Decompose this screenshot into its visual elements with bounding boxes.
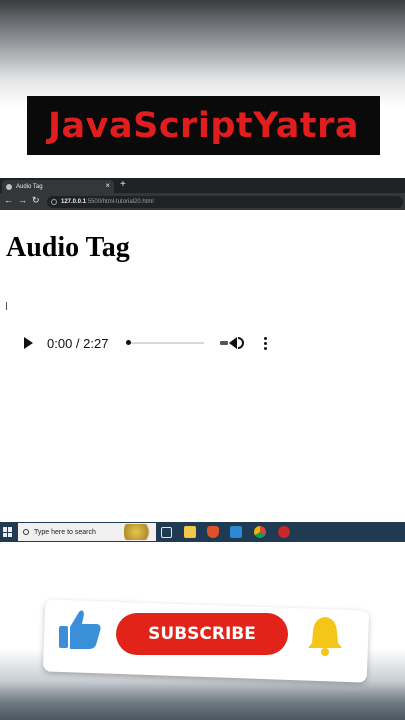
windows-start-icon[interactable] <box>3 527 13 537</box>
address-bar[interactable]: 127.0.0.1 :5500/html-tutorial20.html <box>47 196 403 208</box>
tab-title: Audio Tag <box>16 183 43 190</box>
forward-arrow-icon[interactable]: → <box>18 195 27 205</box>
browser-toolbar: ← → ↻ 127.0.0.1 :5500/html-tutorial20.ht… <box>0 193 405 210</box>
brand-title: JavaScriptYatra <box>48 105 359 146</box>
audio-time: 0:00 / 2:27 <box>47 335 109 351</box>
text-cursor <box>6 302 7 310</box>
taskbar-search-box[interactable]: Type here to search <box>18 523 156 541</box>
tab-bar: Audio Tag × + <box>0 178 405 193</box>
thumbs-up-icon[interactable] <box>57 606 103 652</box>
close-tab-icon[interactable]: × <box>105 181 110 190</box>
windows-taskbar: Type here to search <box>0 522 405 542</box>
search-highlight-icon <box>124 524 154 540</box>
search-icon <box>23 529 29 535</box>
info-icon[interactable] <box>51 199 57 205</box>
back-arrow-icon[interactable]: ← <box>4 195 13 205</box>
url-host: 127.0.0.1 <box>61 199 87 205</box>
brand-banner: JavaScriptYatra <box>27 96 380 155</box>
vscode-icon[interactable] <box>230 526 242 538</box>
seek-slider[interactable] <box>126 340 205 345</box>
app-icon[interactable] <box>278 526 290 538</box>
brave-browser-icon[interactable] <box>207 526 219 538</box>
url-path: :5500/html-tutorial20.html <box>86 199 154 205</box>
chrome-icon[interactable] <box>254 526 266 538</box>
browser-window: Audio Tag × + ← → ↻ 127.0.0.1 :5500/html… <box>0 178 405 523</box>
seek-thumb[interactable] <box>126 340 132 345</box>
reload-icon[interactable]: ↻ <box>32 195 40 206</box>
audio-player[interactable]: 0:00 / 2:27 <box>8 328 278 358</box>
page-heading: Audio Tag <box>6 232 130 263</box>
tab-audio-tag[interactable]: Audio Tag × <box>2 180 114 193</box>
bell-icon[interactable] <box>305 614 345 656</box>
globe-icon <box>6 183 12 190</box>
more-options-icon[interactable] <box>264 336 268 350</box>
page-content: Audio Tag 0:00 / 2:27 <box>0 210 405 523</box>
play-icon[interactable] <box>24 337 33 349</box>
task-view-icon[interactable] <box>161 527 172 538</box>
search-placeholder: Type here to search <box>34 528 96 536</box>
new-tab-button[interactable]: + <box>120 179 126 190</box>
subscribe-button[interactable]: SUBSCRIBE <box>116 613 288 655</box>
volume-icon[interactable] <box>220 337 245 349</box>
file-explorer-icon[interactable] <box>184 526 196 538</box>
